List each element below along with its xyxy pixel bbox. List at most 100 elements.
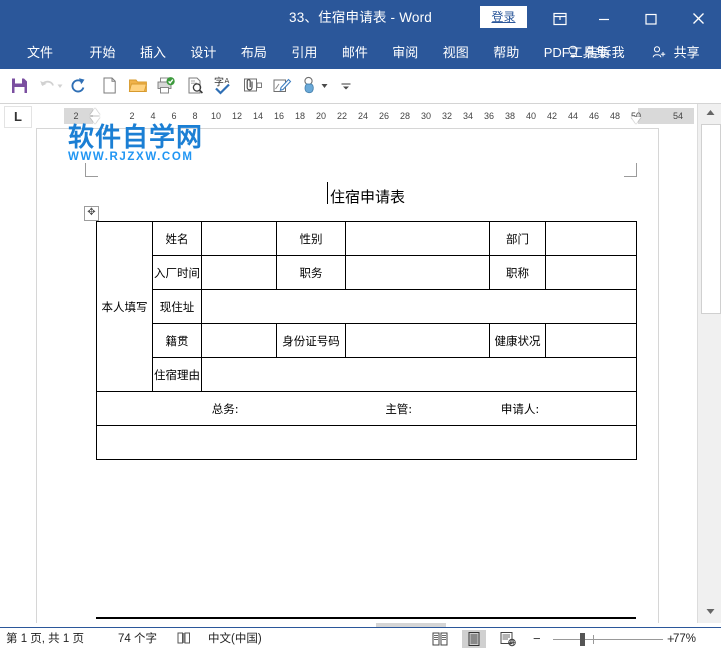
attach-file-icon[interactable] — [243, 76, 263, 96]
maximize-icon[interactable] — [632, 0, 670, 36]
tab-stop-selector[interactable]: L — [4, 106, 32, 128]
undo-icon[interactable] — [38, 76, 58, 96]
cell-health-label[interactable]: 健康状况 — [489, 323, 546, 358]
print-preview-icon[interactable] — [186, 76, 206, 96]
cell-blank-area[interactable] — [96, 425, 637, 460]
cell-position-value[interactable] — [345, 255, 490, 290]
ruler-tick: 28 — [399, 111, 410, 121]
web-layout-icon[interactable] — [496, 630, 520, 648]
cell-address-label[interactable]: 现住址 — [152, 289, 202, 324]
zoom-level-label[interactable]: 77% — [673, 628, 696, 650]
zoom-slider-midpoint — [593, 635, 594, 644]
cell-gender-label[interactable]: 性别 — [276, 221, 346, 256]
close-icon[interactable] — [679, 0, 717, 36]
hanging-indent-marker[interactable] — [90, 117, 100, 124]
ruler-tick: 24 — [357, 111, 368, 121]
cell-address-value[interactable] — [201, 289, 637, 324]
cell-idnumber-label[interactable]: 身份证号码 — [276, 323, 346, 358]
table-move-handle-icon[interactable]: ✥ — [84, 206, 99, 221]
cell-reason-value[interactable] — [201, 357, 637, 392]
table-bottom-border — [96, 617, 636, 619]
proofing-errors-icon[interactable] — [176, 628, 194, 650]
table-row[interactable]: 入厂时间 职务 职称 — [97, 255, 637, 290]
new-document-icon[interactable] — [100, 76, 120, 96]
tab-view[interactable]: 视图 — [433, 36, 479, 69]
print-layout-icon[interactable] — [462, 630, 486, 648]
page-indicator[interactable]: 第 1 页, 共 1 页 — [6, 628, 84, 650]
first-line-indent-marker[interactable] — [90, 108, 100, 115]
table-row[interactable]: 现住址 — [97, 289, 637, 324]
touch-mode-icon[interactable] — [300, 76, 320, 96]
vertical-scrollbar-thumb[interactable] — [701, 124, 721, 314]
cell-reason-label[interactable]: 住宿理由 — [152, 357, 202, 392]
language-indicator[interactable]: 中文(中国) — [208, 628, 262, 650]
cell-origin-value[interactable] — [201, 323, 277, 358]
login-button[interactable]: 登录 — [480, 6, 527, 28]
ribbon-display-options-icon[interactable] — [541, 0, 579, 36]
edit-draw-icon[interactable] — [272, 76, 292, 96]
touch-mode-dropdown-arrow-icon[interactable] — [320, 76, 329, 96]
zoom-out-button[interactable]: − — [533, 628, 541, 650]
zoom-slider-thumb[interactable] — [580, 633, 585, 646]
horizontal-ruler[interactable]: 2 2 4 6 8 10 12 14 16 18 20 22 24 26 28 … — [64, 108, 694, 124]
tab-review[interactable]: 审阅 — [382, 36, 428, 69]
tab-references[interactable]: 引用 — [281, 36, 327, 69]
cell-title-value[interactable] — [545, 255, 637, 290]
zoom-slider-track[interactable] — [553, 639, 663, 640]
table-row[interactable]: 籍贯 身份证号码 健康状况 — [97, 323, 637, 358]
vertical-scrollbar[interactable] — [697, 104, 721, 623]
cell-idnumber-value[interactable] — [345, 323, 490, 358]
cell-entry-date-value[interactable] — [201, 255, 277, 290]
minimize-icon[interactable] — [585, 0, 623, 36]
ruler-tick: 6 — [171, 111, 177, 121]
ruler-tick: 14 — [252, 111, 263, 121]
cell-signature-row[interactable]: 总务: 主管: 申请人: — [96, 391, 637, 426]
read-mode-icon[interactable] — [428, 630, 452, 648]
save-icon[interactable] — [10, 76, 30, 96]
ruler-tick: 54 — [672, 111, 683, 121]
tab-help[interactable]: 帮助 — [483, 36, 529, 69]
cell-self-filled-label[interactable]: 本人填写 — [96, 221, 153, 392]
spelling-check-icon[interactable]: 字 A — [214, 76, 234, 96]
cell-health-value[interactable] — [545, 323, 637, 358]
word-count[interactable]: 74 个字 — [118, 628, 157, 650]
login-button-label: 登录 — [491, 10, 516, 24]
scroll-up-arrow-icon[interactable] — [700, 105, 720, 123]
cell-name-value[interactable] — [201, 221, 277, 256]
share-button[interactable]: 共享 — [652, 36, 700, 69]
quick-print-icon[interactable] — [156, 76, 176, 96]
cell-title-label[interactable]: 职称 — [489, 255, 546, 290]
table-row[interactable]: 本人填写 姓名 性别 部门 — [96, 221, 637, 392]
tell-me-box[interactable]: 告诉我 — [567, 36, 625, 69]
cell-department-label[interactable]: 部门 — [489, 221, 546, 256]
cell-origin-label[interactable]: 籍贯 — [152, 323, 202, 358]
cell-entry-date-label[interactable]: 入厂时间 — [152, 255, 202, 290]
tab-home[interactable]: 开始 — [79, 36, 125, 69]
ruler-tick: 16 — [273, 111, 284, 121]
accommodation-application-table[interactable]: 本人填写 姓名 性别 部门 入厂时间 职务 职称 现住址 籍贯 身份证号码 健康… — [96, 221, 637, 460]
ruler-tick: 4 — [150, 111, 156, 121]
customize-qat-icon[interactable] — [340, 76, 352, 96]
right-indent-marker[interactable] — [631, 117, 641, 124]
ruler-tick: 2 — [73, 111, 79, 121]
ruler-tick: 42 — [546, 111, 557, 121]
table-row[interactable]: 住宿理由 — [97, 357, 637, 392]
cell-department-value[interactable] — [545, 221, 637, 256]
table-row-signatures[interactable]: 总务: 主管: 申请人: — [96, 391, 637, 426]
tab-layout[interactable]: 布局 — [231, 36, 277, 69]
cell-name-label[interactable]: 姓名 — [152, 221, 202, 256]
cell-position-label[interactable]: 职务 — [276, 255, 346, 290]
ruler-tick: 26 — [378, 111, 389, 121]
tab-mailings[interactable]: 邮件 — [332, 36, 378, 69]
redo-icon[interactable] — [68, 76, 88, 96]
tab-design[interactable]: 设计 — [180, 36, 226, 69]
open-folder-icon[interactable] — [128, 76, 148, 96]
ruler-tick: 2 — [129, 111, 135, 121]
cell-gender-value[interactable] — [345, 221, 490, 256]
ruler-tick: 32 — [441, 111, 452, 121]
table-row-blank[interactable] — [96, 425, 637, 460]
tab-file[interactable]: 文件 — [17, 36, 63, 69]
undo-dropdown-arrow-icon[interactable] — [56, 76, 64, 96]
scroll-down-arrow-icon[interactable] — [700, 604, 720, 622]
tab-insert[interactable]: 插入 — [130, 36, 176, 69]
